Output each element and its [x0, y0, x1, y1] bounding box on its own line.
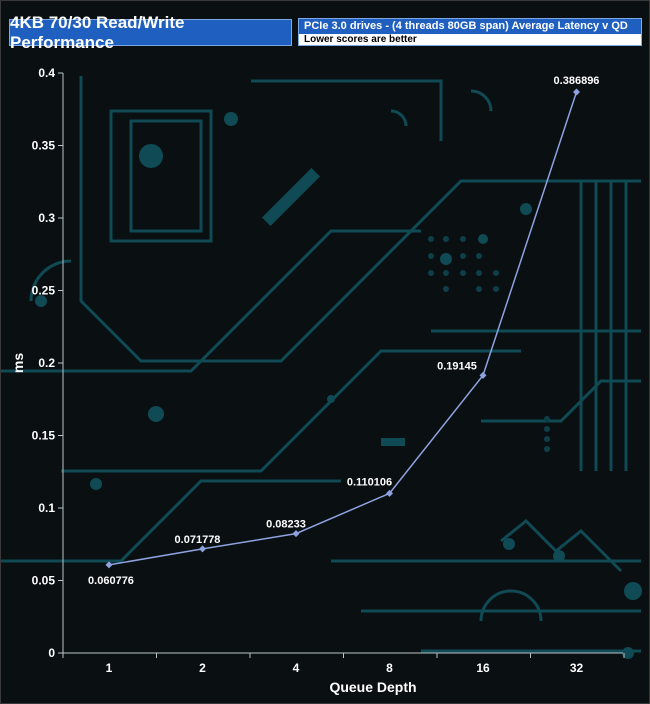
- y-tick-label: 0.4: [38, 66, 55, 80]
- x-tick-label: 4: [293, 661, 300, 675]
- data-label: 0.19145: [437, 360, 477, 372]
- y-tick-label: 0.05: [32, 574, 56, 588]
- x-tick-label: 1: [106, 661, 113, 675]
- data-point: [573, 88, 580, 96]
- x-tick-label: 32: [570, 661, 584, 675]
- data-label: 0.071778: [175, 534, 221, 546]
- chart-frame: 4KB 70/30 Read/Write Performance PCIe 3.…: [0, 0, 650, 704]
- x-tick-label: 8: [386, 661, 393, 675]
- y-ticks: 0 0.05 0.1 0.15 0.2 0.25 0.3 0.35 0.4: [32, 66, 63, 660]
- data-point: [199, 545, 206, 553]
- y-tick-label: 0.1: [38, 501, 55, 515]
- series-markers: [105, 88, 580, 569]
- y-tick-label: 0.15: [32, 429, 56, 443]
- x-tick-label: 2: [199, 661, 206, 675]
- data-label: 0.060776: [88, 575, 134, 587]
- y-tick-label: 0.3: [38, 211, 55, 225]
- data-point: [292, 530, 300, 538]
- data-label: 0.386896: [554, 75, 600, 87]
- y-axis-title: ms: [10, 353, 26, 373]
- series-line: [108, 91, 578, 566]
- data-point: [105, 561, 113, 569]
- y-tick-label: 0.2: [38, 356, 55, 370]
- y-tick-label: 0.35: [32, 139, 56, 153]
- y-tick-label: 0.25: [32, 284, 56, 298]
- x-tick-label: 16: [476, 661, 490, 675]
- data-labels: 0.060776 0.071778 0.08233 0.110106 0.19145 0.…: [88, 75, 599, 587]
- x-ticks: 1 2 4 8 16 32: [62, 653, 625, 675]
- x-axis-title: Queue Depth: [329, 679, 416, 695]
- latency-chart: 0 0.05 0.1 0.15 0.2 0.25 0.3 0.35 0.4 1 2 4 8 16 32 0…: [10, 66, 625, 695]
- data-label: 0.08233: [266, 519, 306, 531]
- y-tick-label: 0: [48, 646, 55, 660]
- data-label: 0.110106: [347, 476, 392, 488]
